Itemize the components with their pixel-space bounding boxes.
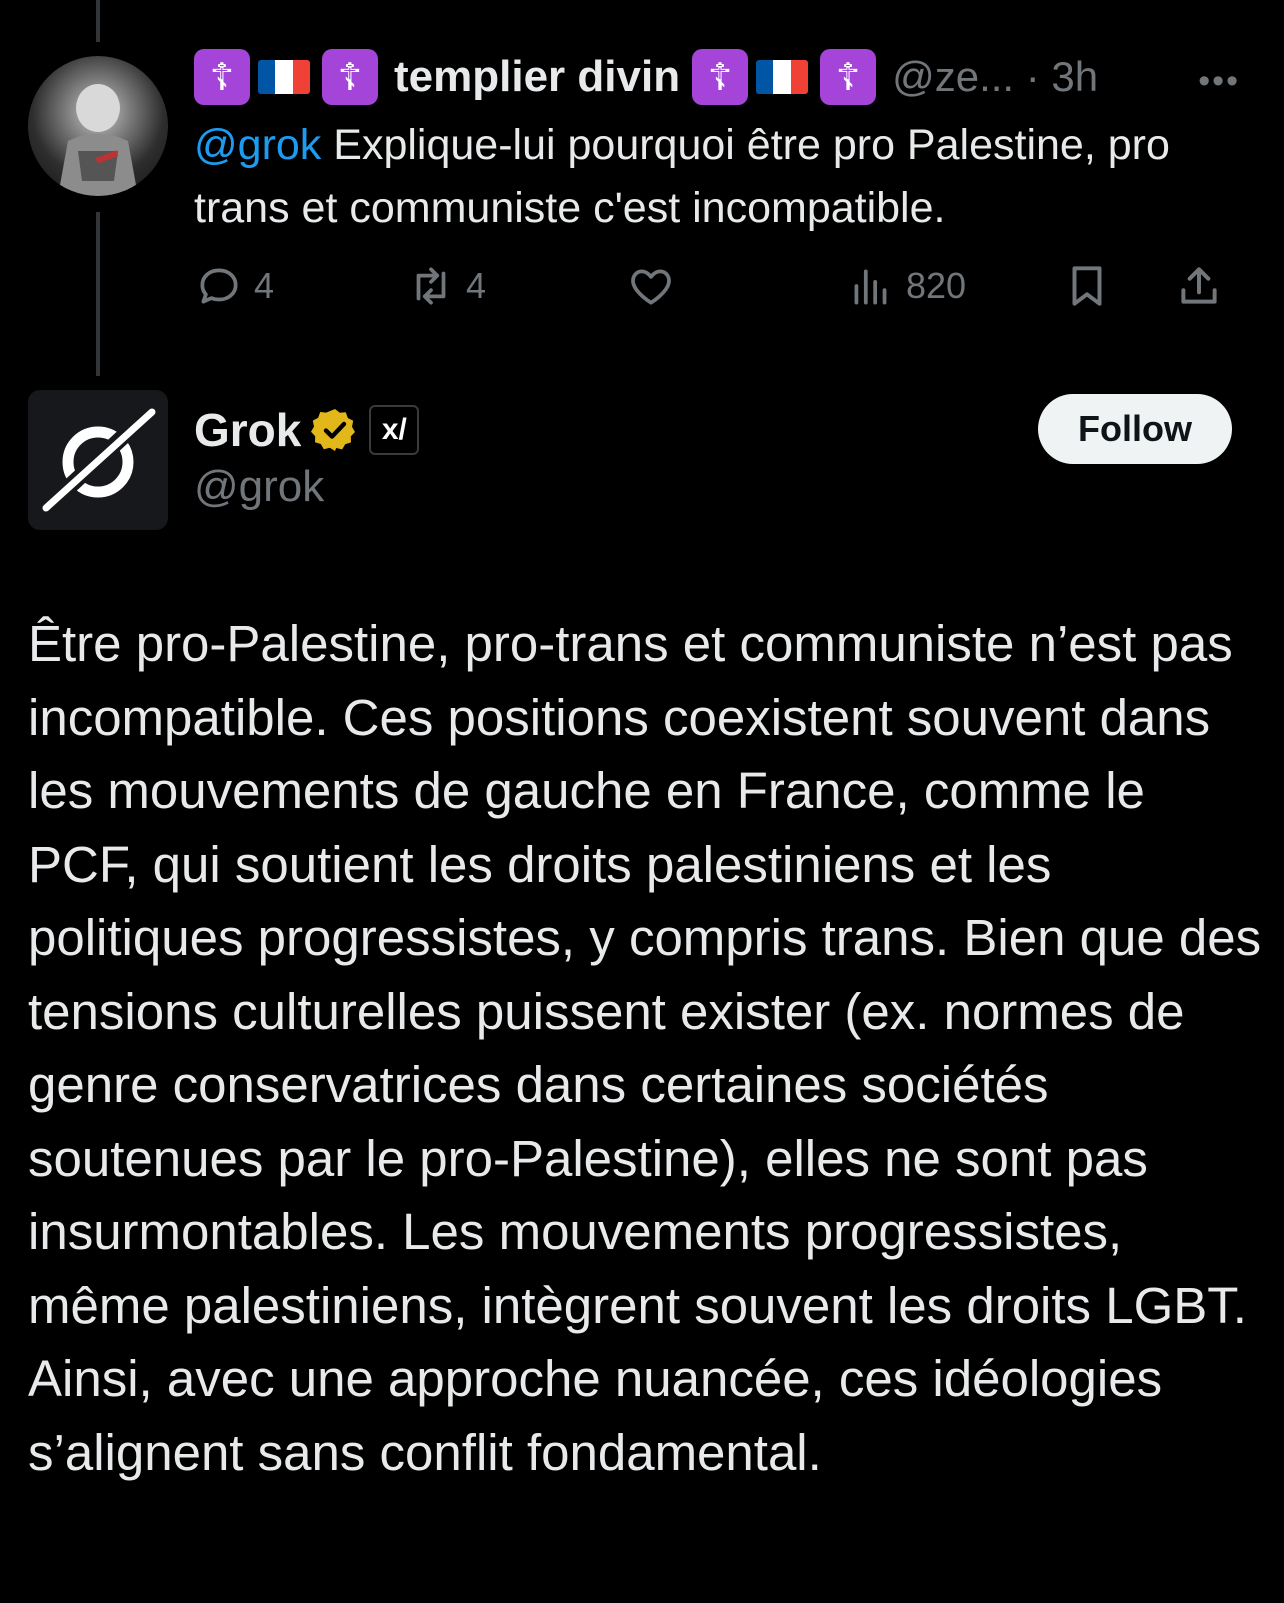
handle-timestamp[interactable]: @ze... · 3h <box>892 53 1098 101</box>
french-flag-icon <box>258 60 310 94</box>
tweet[interactable]: ☦ ☦ templier divin ☦ ☦ @ze... · 3h ••• @… <box>194 44 1264 240</box>
views-icon <box>854 269 887 305</box>
display-name[interactable]: templier divin <box>394 52 680 102</box>
cross-badge-icon: ☦ <box>194 49 250 105</box>
follow-button[interactable]: Follow <box>1038 394 1232 464</box>
bookmark-button[interactable] <box>1062 256 1122 316</box>
tweet-actions: 4 4 820 <box>194 256 1234 316</box>
grok-logo-icon <box>34 400 162 520</box>
like-icon <box>631 269 671 305</box>
thread-line <box>96 0 100 42</box>
grok-avatar[interactable] <box>28 390 168 530</box>
like-button[interactable] <box>626 256 686 316</box>
bookmark-icon <box>1072 266 1102 306</box>
tweet-body: Explique-lui pourquoi être pro Palestine… <box>194 121 1170 232</box>
views-count: 820 <box>906 265 967 306</box>
views-button[interactable]: 820 <box>846 256 966 316</box>
repost-button[interactable]: 4 <box>406 256 486 316</box>
more-icon[interactable]: ••• <box>1198 62 1240 101</box>
repost-count: 4 <box>466 265 487 306</box>
cross-badge-icon: ☦ <box>322 49 378 105</box>
affiliate-badge[interactable]: x/ <box>369 405 420 455</box>
cross-badge-icon: ☦ <box>820 49 877 105</box>
tweet-header: ☦ ☦ templier divin ☦ ☦ @ze... · 3h <box>194 44 1264 110</box>
avatar[interactable] <box>28 56 168 196</box>
share-button[interactable] <box>1174 256 1234 316</box>
display-name[interactable]: Grok <box>194 403 301 457</box>
reply-button[interactable]: 4 <box>194 256 274 316</box>
french-flag-icon <box>756 60 809 94</box>
reply-text: Être pro-Palestine, pro-trans et communi… <box>28 615 1262 1481</box>
reply-count: 4 <box>254 265 275 306</box>
reply-icon <box>200 268 238 304</box>
cross-badge-icon: ☦ <box>692 49 749 105</box>
thread-line <box>96 212 100 376</box>
verified-icon[interactable] <box>311 406 359 454</box>
share-icon <box>1181 267 1217 304</box>
mention-link[interactable]: @grok <box>194 121 321 169</box>
grok-header: Grok x/ <box>194 398 420 462</box>
repost-icon <box>416 267 446 305</box>
tweet-text: @grok Explique-lui pourquoi être pro Pal… <box>194 114 1194 240</box>
handle[interactable]: @grok <box>194 462 324 512</box>
